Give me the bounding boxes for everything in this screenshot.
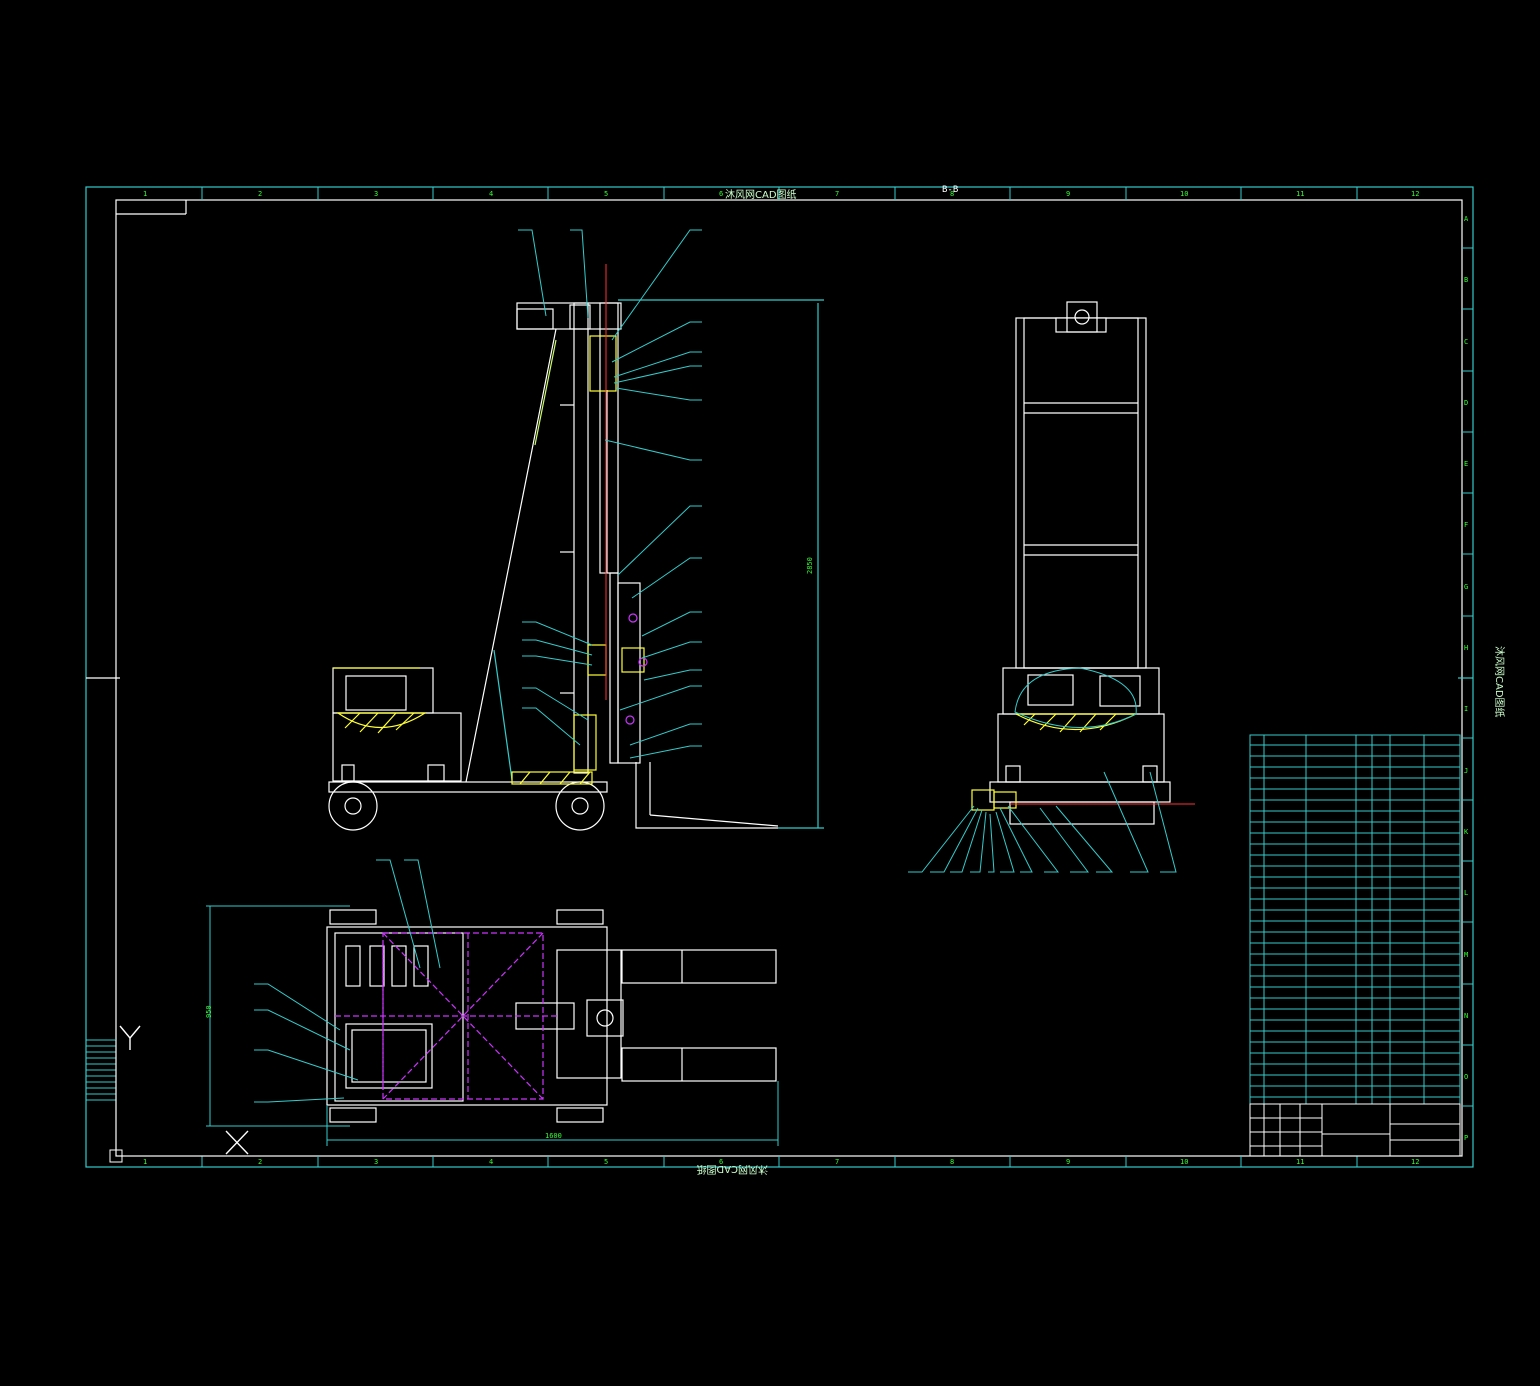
ucs-icon bbox=[109, 1025, 249, 1163]
column-ticks bbox=[201, 187, 1358, 1167]
column-numbers-bottom: 1 2 3 4 5 6 7 8 9 10 11 12 bbox=[143, 1158, 1419, 1166]
cad-drawing-canvas[interactable]: 1 2 3 4 5 6 7 8 9 10 11 12 1 2 3 4 5 6 7… bbox=[0, 0, 1540, 1386]
revision-strip bbox=[86, 1039, 116, 1101]
svg-text:10: 10 bbox=[1180, 190, 1188, 198]
row-ticks bbox=[1462, 247, 1473, 1107]
front-leader-lines bbox=[908, 771, 1177, 873]
svg-text:N: N bbox=[1464, 1012, 1468, 1020]
svg-text:H: H bbox=[1464, 644, 1468, 652]
svg-text:10: 10 bbox=[1180, 1158, 1188, 1166]
watermark-right: 沐风网CAD图纸 bbox=[1493, 646, 1506, 718]
svg-text:12: 12 bbox=[1411, 190, 1419, 198]
svg-text:E: E bbox=[1464, 460, 1468, 468]
svg-text:3: 3 bbox=[374, 1158, 378, 1166]
ucs-x-label bbox=[225, 1130, 249, 1155]
plan-hidden-lines bbox=[335, 932, 557, 1100]
svg-text:11: 11 bbox=[1296, 190, 1304, 198]
front-breakout-outline bbox=[1014, 667, 1137, 728]
svg-text:12: 12 bbox=[1411, 1158, 1419, 1166]
svg-text:2: 2 bbox=[258, 1158, 262, 1166]
svg-text:7: 7 bbox=[835, 190, 839, 198]
title-block bbox=[1249, 1103, 1461, 1157]
svg-text:8: 8 bbox=[950, 1158, 954, 1166]
svg-text:M: M bbox=[1464, 951, 1468, 959]
svg-text:1: 1 bbox=[143, 1158, 147, 1166]
svg-text:B: B bbox=[1464, 276, 1468, 284]
plan-dimensions bbox=[206, 905, 779, 1146]
section-label: B-B bbox=[942, 185, 958, 195]
svg-text:I: I bbox=[1464, 705, 1468, 713]
side-hatch-parts bbox=[333, 335, 645, 785]
svg-text:P: P bbox=[1464, 1134, 1468, 1142]
ucs-y-label bbox=[119, 1025, 141, 1050]
svg-text:9: 9 bbox=[1066, 1158, 1070, 1166]
svg-text:F: F bbox=[1464, 521, 1468, 529]
svg-text:9: 9 bbox=[1066, 190, 1070, 198]
svg-text:4: 4 bbox=[489, 1158, 493, 1166]
side-elevation-view bbox=[328, 299, 824, 831]
svg-text:K: K bbox=[1464, 828, 1469, 836]
watermark-top: 沐风网CAD图纸 bbox=[725, 188, 797, 201]
svg-text:1: 1 bbox=[143, 190, 147, 198]
front-view bbox=[989, 301, 1171, 825]
svg-text:5: 5 bbox=[604, 190, 608, 198]
svg-text:A: A bbox=[1464, 215, 1469, 223]
plan-length-dimension: 1600 bbox=[545, 1132, 562, 1140]
svg-text:11: 11 bbox=[1296, 1158, 1304, 1166]
svg-text:G: G bbox=[1464, 583, 1468, 591]
svg-text:2: 2 bbox=[258, 190, 262, 198]
svg-text:5: 5 bbox=[604, 1158, 608, 1166]
plan-width-dimension: 950 bbox=[205, 1005, 213, 1018]
svg-text:O: O bbox=[1464, 1073, 1468, 1081]
front-hatch-parts bbox=[971, 713, 1137, 811]
svg-text:4: 4 bbox=[489, 190, 493, 198]
plan-leader-lines bbox=[254, 859, 441, 1103]
height-dimension: 2850 bbox=[806, 557, 814, 574]
svg-text:L: L bbox=[1464, 889, 1468, 897]
svg-text:J: J bbox=[1464, 767, 1468, 775]
parts-list-table bbox=[1249, 734, 1461, 1157]
svg-text:C: C bbox=[1464, 338, 1468, 346]
watermark-bottom: 沐风网CAD图纸 bbox=[696, 1163, 768, 1176]
svg-text:6: 6 bbox=[719, 190, 723, 198]
svg-text:3: 3 bbox=[374, 190, 378, 198]
svg-text:7: 7 bbox=[835, 1158, 839, 1166]
svg-text:D: D bbox=[1464, 399, 1468, 407]
